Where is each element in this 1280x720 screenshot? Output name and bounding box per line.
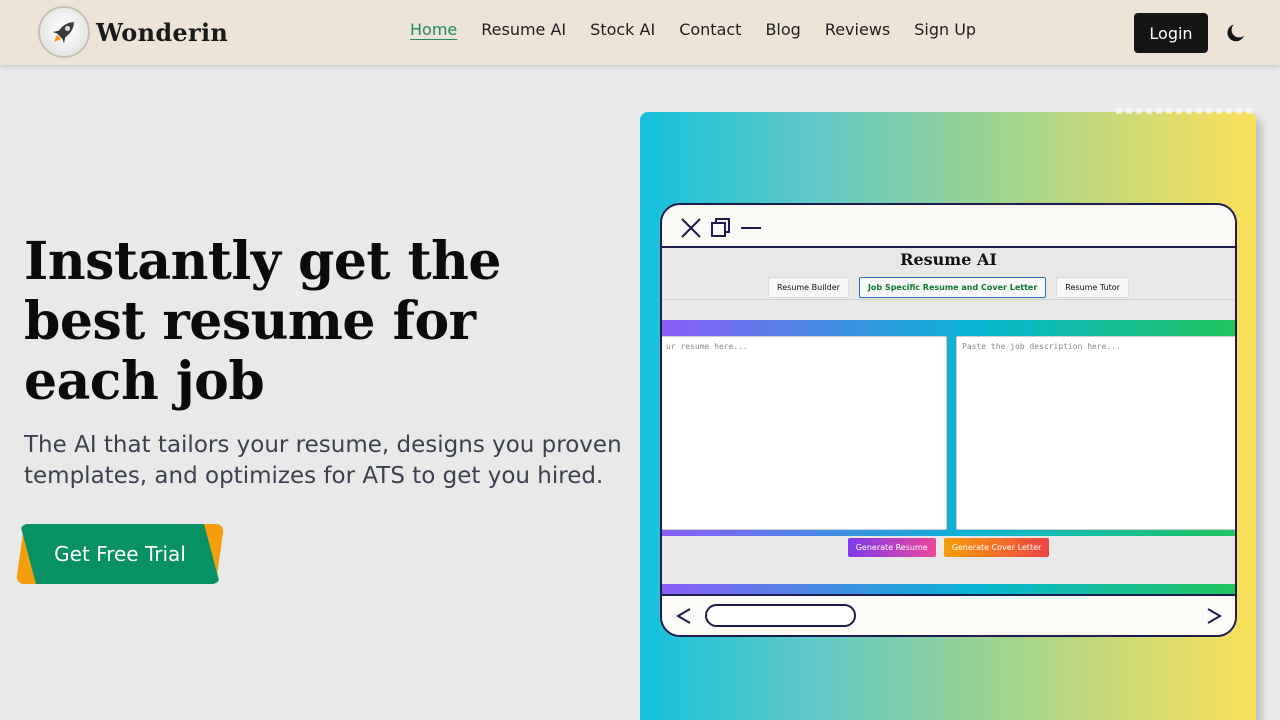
gradient-strip [662, 584, 1235, 594]
nav-link-stock-ai[interactable]: Stock AI [590, 20, 655, 39]
get-free-trial-button[interactable]: Get Free Trial [15, 524, 225, 584]
nav-link-sign-up[interactable]: Sign Up [914, 20, 976, 39]
job-description-input[interactable]: Paste the job description here... [956, 336, 1235, 530]
generate-resume-button[interactable]: Generate Resume [847, 538, 936, 557]
decorative-dash-line [1116, 108, 1256, 114]
nav-links: Home Resume AI Stock AI Contact Blog Rev… [410, 20, 1000, 39]
browser-titlebar [662, 205, 1235, 248]
generate-actions: Generate Resume Generate Cover Letter [662, 538, 1235, 557]
moon-icon[interactable] [1224, 21, 1248, 45]
divider [662, 299, 1235, 300]
nav-link-reviews[interactable]: Reviews [825, 20, 890, 39]
nav-link-resume-ai[interactable]: Resume AI [481, 20, 566, 39]
navbar: Wonderin Home Resume AI Stock AI Contact… [0, 0, 1280, 65]
browser-bottom-bar [662, 594, 1235, 635]
nav-link-blog[interactable]: Blog [765, 20, 800, 39]
nav-link-contact[interactable]: Contact [679, 20, 741, 39]
rocket-icon [38, 6, 90, 58]
hero-title: Instantly get the best resume for each j… [24, 232, 624, 412]
login-button[interactable]: Login [1134, 13, 1208, 53]
resume-ai-app: Resume AI Resume Builder Job Specific Re… [662, 248, 1235, 594]
hero-title-line: Instantly get the [24, 231, 502, 292]
brand-name: Wonderin [96, 17, 229, 47]
app-title: Resume AI [900, 250, 997, 269]
tab-job-specific[interactable]: Job Specific Resume and Cover Letter [858, 277, 1047, 298]
tab-resume-builder[interactable]: Resume Builder [768, 277, 849, 298]
browser-mockup: Resume AI Resume Builder Job Specific Re… [660, 203, 1237, 637]
cta-label: Get Free Trial [20, 524, 220, 584]
minimize-icon[interactable] [740, 217, 762, 239]
hero-title-line: best resume for [24, 291, 476, 352]
generate-cover-letter-button[interactable]: Generate Cover Letter [943, 538, 1050, 557]
hero-subtitle: The AI that tailors your resume, designs… [24, 432, 622, 489]
chevron-right-icon[interactable] [1204, 606, 1224, 626]
close-icon[interactable] [680, 217, 702, 239]
tab-resume-tutor[interactable]: Resume Tutor [1056, 277, 1129, 298]
resume-input[interactable]: ur resume here... [662, 336, 947, 530]
brand-logo[interactable]: Wonderin [38, 6, 228, 58]
nav-link-home[interactable]: Home [410, 20, 457, 39]
chevron-left-icon[interactable] [674, 606, 694, 626]
url-bar[interactable] [705, 604, 856, 627]
hero-title-line: each job [24, 351, 265, 412]
copy-icon[interactable] [710, 217, 732, 239]
app-tabs: Resume Builder Job Specific Resume and C… [662, 277, 1235, 298]
